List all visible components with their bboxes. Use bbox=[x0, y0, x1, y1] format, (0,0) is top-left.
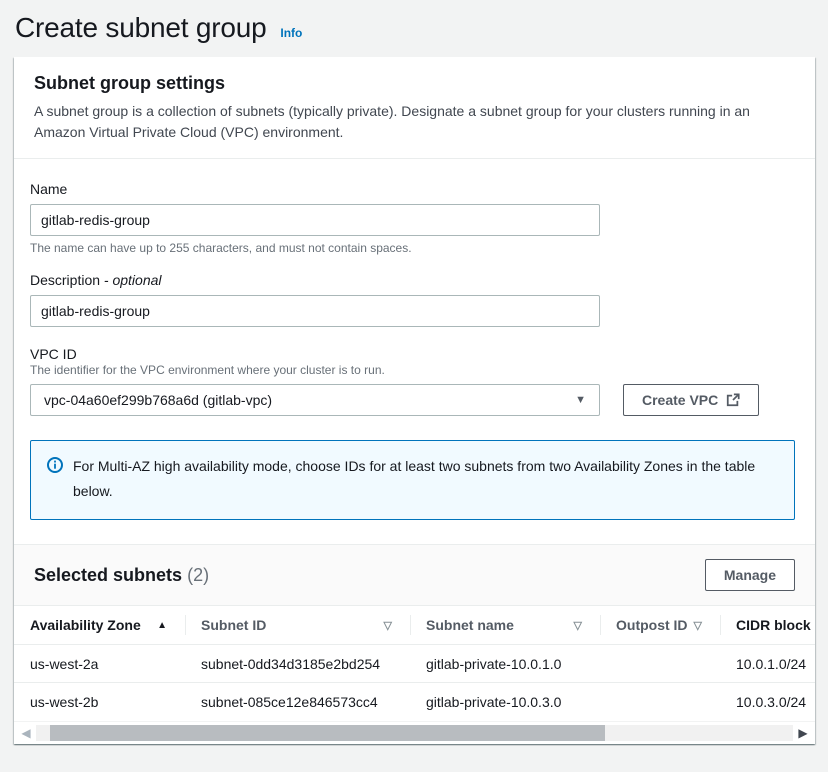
sort-ascending-icon: ▲ bbox=[157, 620, 167, 631]
description-input[interactable] bbox=[30, 295, 600, 327]
create-vpc-button-label: Create VPC bbox=[642, 392, 718, 408]
scrollbar-thumb[interactable] bbox=[50, 725, 605, 741]
column-label: Outpost ID bbox=[616, 617, 688, 633]
alert-text: For Multi-AZ high availability mode, cho… bbox=[73, 454, 763, 504]
selected-subnets-header: Selected subnets (2) Manage bbox=[14, 544, 815, 606]
subnet-table: Availability Zone ▲ Subnet ID ▽ Subnet n… bbox=[14, 606, 815, 721]
settings-card-header: Subnet group settings A subnet group is … bbox=[14, 57, 815, 159]
cell-availability-zone: us-west-2a bbox=[14, 656, 185, 672]
selected-subnets-count: (2) bbox=[187, 565, 209, 585]
sort-indicator-icon: ▽ bbox=[384, 619, 392, 632]
cell-subnet-id: subnet-085ce12e846573cc4 bbox=[185, 694, 410, 710]
subnet-table-viewport: Availability Zone ▲ Subnet ID ▽ Subnet n… bbox=[14, 606, 815, 721]
create-subnet-group-card: Subnet group settings A subnet group is … bbox=[14, 57, 815, 744]
scrollbar-right-arrow-icon[interactable]: ▶ bbox=[795, 725, 811, 741]
description-optional-text: - optional bbox=[104, 272, 162, 288]
column-header-cidr-block: CIDR block bbox=[720, 606, 815, 644]
table-row: us-west-2a subnet-0dd34d3185e2bd254 gitl… bbox=[14, 645, 815, 683]
settings-card-description: A subnet group is a collection of subnet… bbox=[34, 101, 795, 143]
dropdown-caret-icon: ▼ bbox=[575, 394, 586, 406]
selected-subnets-title-text: Selected subnets bbox=[34, 565, 182, 585]
subnet-table-header-row: Availability Zone ▲ Subnet ID ▽ Subnet n… bbox=[14, 606, 815, 645]
description-label: Description - optional bbox=[30, 272, 795, 288]
column-label: CIDR block bbox=[736, 617, 811, 633]
column-header-outpost-id[interactable]: Outpost ID ▽ bbox=[600, 606, 720, 644]
table-row: us-west-2b subnet-085ce12e846573cc4 gitl… bbox=[14, 683, 815, 721]
column-header-subnet-id[interactable]: Subnet ID ▽ bbox=[185, 606, 410, 644]
multi-az-info-alert: For Multi-AZ high availability mode, cho… bbox=[30, 440, 795, 520]
name-help-text: The name can have up to 255 characters, … bbox=[30, 241, 795, 255]
settings-card-title: Subnet group settings bbox=[34, 73, 795, 94]
scrollbar-left-arrow-icon[interactable]: ◀ bbox=[18, 725, 34, 741]
vpc-help-text: The identifier for the VPC environment w… bbox=[30, 363, 795, 377]
column-label: Subnet name bbox=[426, 617, 514, 633]
description-label-text: Description bbox=[30, 272, 100, 288]
vpc-field-group: VPC ID The identifier for the VPC enviro… bbox=[30, 346, 795, 416]
cell-cidr-block: 10.0.1.0/24 bbox=[720, 656, 815, 672]
external-link-icon bbox=[726, 393, 740, 407]
column-label: Subnet ID bbox=[201, 617, 266, 633]
name-field-group: Name The name can have up to 255 charact… bbox=[30, 181, 795, 255]
sort-indicator-icon: ▽ bbox=[574, 619, 582, 632]
selected-subnets-title: Selected subnets (2) bbox=[34, 565, 209, 586]
description-field-group: Description - optional bbox=[30, 272, 795, 327]
cell-subnet-name: gitlab-private-10.0.3.0 bbox=[410, 694, 600, 710]
vpc-select[interactable]: vpc-04a60ef299b768a6d (gitlab-vpc) ▼ bbox=[30, 384, 600, 416]
sort-indicator-icon: ▽ bbox=[694, 619, 702, 632]
info-circle-icon bbox=[47, 457, 63, 473]
manage-button[interactable]: Manage bbox=[705, 559, 795, 591]
horizontal-scrollbar[interactable]: ◀ ▶ bbox=[14, 721, 815, 744]
column-header-availability-zone[interactable]: Availability Zone ▲ bbox=[14, 606, 185, 644]
cell-subnet-id: subnet-0dd34d3185e2bd254 bbox=[185, 656, 410, 672]
manage-button-label: Manage bbox=[724, 567, 776, 583]
settings-form: Name The name can have up to 255 charact… bbox=[14, 159, 815, 544]
name-input[interactable] bbox=[30, 204, 600, 236]
cell-availability-zone: us-west-2b bbox=[14, 694, 185, 710]
vpc-row: vpc-04a60ef299b768a6d (gitlab-vpc) ▼ Cre… bbox=[30, 384, 795, 416]
cell-subnet-name: gitlab-private-10.0.1.0 bbox=[410, 656, 600, 672]
cell-cidr-block: 10.0.3.0/24 bbox=[720, 694, 815, 710]
vpc-selected-value: vpc-04a60ef299b768a6d (gitlab-vpc) bbox=[44, 392, 272, 408]
name-label: Name bbox=[30, 181, 795, 197]
create-vpc-button[interactable]: Create VPC bbox=[623, 384, 759, 416]
page-header: Create subnet group Info bbox=[0, 0, 828, 57]
column-label: Availability Zone bbox=[30, 617, 141, 633]
page-title: Create subnet group bbox=[15, 12, 266, 43]
info-link[interactable]: Info bbox=[280, 26, 302, 40]
scrollbar-track[interactable] bbox=[36, 725, 793, 741]
vpc-label: VPC ID bbox=[30, 346, 795, 362]
column-header-subnet-name[interactable]: Subnet name ▽ bbox=[410, 606, 600, 644]
